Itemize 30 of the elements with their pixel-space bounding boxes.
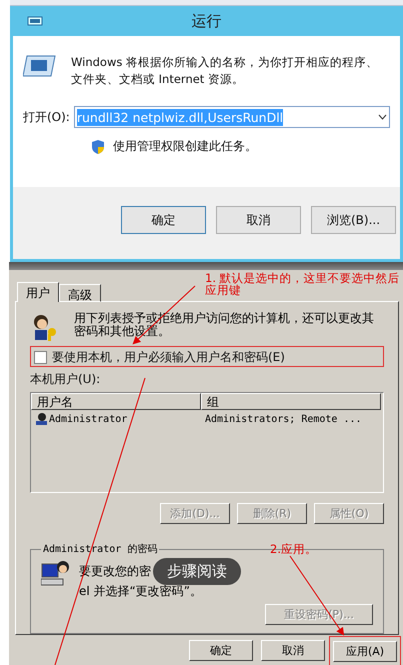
checkbox-label: 要使用本机，用户必须输入用户名和密码(E) [52,349,285,366]
window-title: 运行 [192,12,222,30]
dialog-button[interactable]: 取消 [261,640,325,661]
shield-icon [91,138,105,154]
annotation-arrow [132,286,196,344]
run-description: Windows 将根据你所输入的名称，为你打开相应的程序、文件夹、文档或 Internet 资源。 [71,54,379,88]
computer-user-icon [41,558,71,588]
admin-note: 使用管理权限创建此任务。 [113,138,257,155]
open-label: 打开(O): [23,108,70,126]
dropdown-caret-icon [378,114,387,120]
dialog-button[interactable]: 确定 [189,640,253,661]
run-program-icon [23,54,57,78]
table-cell-text: Administrator [49,414,128,424]
table-cell-text: Administrators; Remote ... [205,414,363,424]
user-icon [35,412,49,426]
dialog-button[interactable]: 应用(A) [333,641,397,662]
dialog-button[interactable]: 取消 [216,206,301,234]
dialog-button[interactable]: 确定 [121,206,206,234]
column-header[interactable]: 用户名 [31,393,201,410]
list-label: 本机用户(U): [30,371,102,388]
column-header[interactable]: 组 [201,393,381,410]
annotation-text: 1. 默认是选中的，这里不要选中然后 应用键 [205,272,400,296]
password-text: el 并选择“更改密码”。 [79,585,202,598]
step-reading-button[interactable]: 步骤阅读 [153,558,241,585]
dialog-button[interactable]: 浏览(B)... [311,206,396,234]
annotation-text: 2.应用。 [270,543,317,555]
tab[interactable]: 高级 [59,284,101,302]
checkbox[interactable] [34,351,47,364]
tab[interactable]: 用户 [17,282,59,302]
window-app-icon [27,16,43,26]
